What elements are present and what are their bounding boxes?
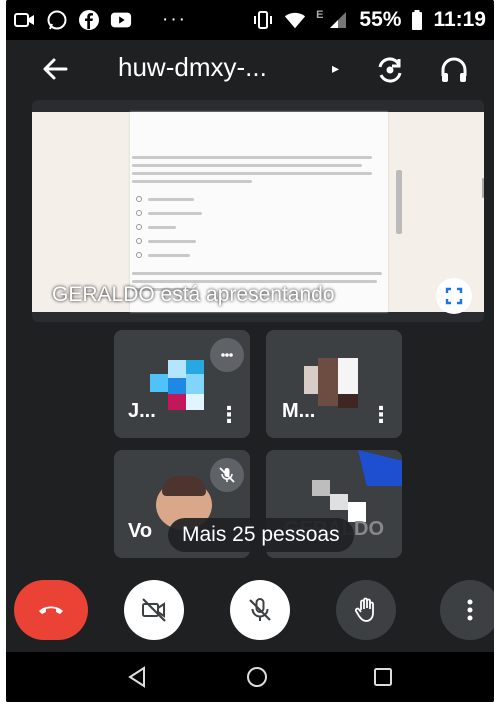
participant-menu-icon[interactable]: ⋮ xyxy=(218,402,240,428)
radio-option-mark xyxy=(136,224,142,230)
document-text-line xyxy=(148,254,190,257)
back-arrow-icon[interactable] xyxy=(38,52,72,86)
wifi-icon xyxy=(284,9,306,31)
participant-name: J... xyxy=(128,400,156,422)
self-video-hair xyxy=(162,476,206,496)
nav-recents-icon[interactable] xyxy=(370,664,396,690)
audio-wave-icon xyxy=(221,353,233,357)
system-navigation-bar xyxy=(6,652,494,702)
avatar-pixel xyxy=(150,374,168,392)
document-text-line xyxy=(148,240,196,243)
avatar-pixel xyxy=(168,360,186,378)
clock-text: 11:19 xyxy=(433,8,486,31)
avatar-pixel xyxy=(304,366,318,394)
meeting-app-bar: huw-dmxy-... ▸ xyxy=(6,40,494,100)
document-text-line xyxy=(132,172,372,175)
radio-option-mark xyxy=(136,196,142,202)
radio-option-mark xyxy=(136,252,142,258)
shared-screen-content xyxy=(32,112,484,312)
radio-option-mark xyxy=(136,210,142,216)
participant-tile[interactable]: J... ⋮ xyxy=(114,330,250,438)
nav-back-icon[interactable] xyxy=(124,664,150,690)
document-text-line xyxy=(132,164,362,167)
avatar-pixel xyxy=(186,394,204,410)
headphones-audio-icon[interactable] xyxy=(438,54,470,86)
fullscreen-button[interactable] xyxy=(436,278,472,314)
avatar-pixel xyxy=(338,358,358,394)
signal-icon xyxy=(327,9,349,31)
meeting-details-caret-icon[interactable]: ▸ xyxy=(332,60,339,77)
more-vertical-icon xyxy=(467,599,473,621)
raise-hand-button[interactable] xyxy=(336,580,396,640)
nav-home-icon[interactable] xyxy=(244,664,270,690)
network-type-text: E xyxy=(316,9,324,21)
facebook-icon xyxy=(78,9,100,31)
avatar-pixel xyxy=(186,360,204,374)
avatar-pixel xyxy=(312,480,330,496)
meeting-code-title[interactable]: huw-dmxy-... xyxy=(118,52,267,83)
document-text-line xyxy=(148,198,194,201)
avatar-pixel xyxy=(318,358,338,406)
battery-icon xyxy=(411,9,423,31)
mic-off-icon xyxy=(249,598,271,621)
camera-off-icon xyxy=(142,598,166,622)
whatsapp-icon xyxy=(46,9,68,31)
camera-notification-icon xyxy=(14,9,36,31)
avatar-pixel xyxy=(338,394,358,408)
radio-option-mark xyxy=(136,238,142,244)
avatar-pixel xyxy=(358,450,402,486)
document-text-line xyxy=(148,212,202,215)
status-bar: ··· E 55% 11:19 xyxy=(6,0,494,40)
presentation-view[interactable]: GERALDO está apresentando xyxy=(32,100,484,322)
avatar-pixel xyxy=(330,494,348,510)
phone-screen: ··· E 55% 11:19 huw-dmxy-... ▸ GERALDO e… xyxy=(6,0,494,702)
more-participants-pill[interactable]: Mais 25 pessoas xyxy=(168,518,354,552)
call-controls xyxy=(6,578,494,642)
more-notifications-text: ··· xyxy=(162,9,187,30)
raise-hand-icon xyxy=(354,597,374,622)
toggle-mic-button[interactable] xyxy=(230,580,290,640)
participant-tile[interactable]: M... ⋮ xyxy=(266,330,402,438)
toggle-camera-button[interactable] xyxy=(124,580,184,640)
avatar-pixel xyxy=(186,374,204,394)
mic-off-icon xyxy=(219,467,235,483)
document-text-line xyxy=(132,156,372,159)
vibrate-icon xyxy=(252,9,274,31)
fullscreen-icon xyxy=(445,287,463,305)
document-text-line xyxy=(132,272,382,275)
system-status: E 55% 11:19 xyxy=(252,0,486,40)
participant-name-self: Vo xyxy=(128,520,153,542)
participant-name: M... xyxy=(282,400,316,422)
notification-icons: ··· xyxy=(14,9,187,31)
presenter-label: GERALDO está apresentando xyxy=(52,283,335,306)
document-text-line xyxy=(132,180,252,183)
avatar-pixel xyxy=(168,378,186,394)
hang-up-icon xyxy=(39,606,63,614)
avatar-pixel xyxy=(168,394,186,410)
participant-menu-icon[interactable]: ⋮ xyxy=(370,402,392,428)
document-text-line xyxy=(148,226,176,229)
end-call-button[interactable] xyxy=(14,580,88,640)
battery-percent-text: 55% xyxy=(359,8,402,31)
youtube-icon xyxy=(110,9,132,31)
speaking-indicator xyxy=(210,338,244,372)
document-side-toolbar xyxy=(396,170,402,234)
switch-camera-icon[interactable] xyxy=(374,54,406,86)
muted-badge xyxy=(210,458,244,492)
more-options-button[interactable] xyxy=(440,580,494,640)
document-scrollbar xyxy=(482,178,484,198)
